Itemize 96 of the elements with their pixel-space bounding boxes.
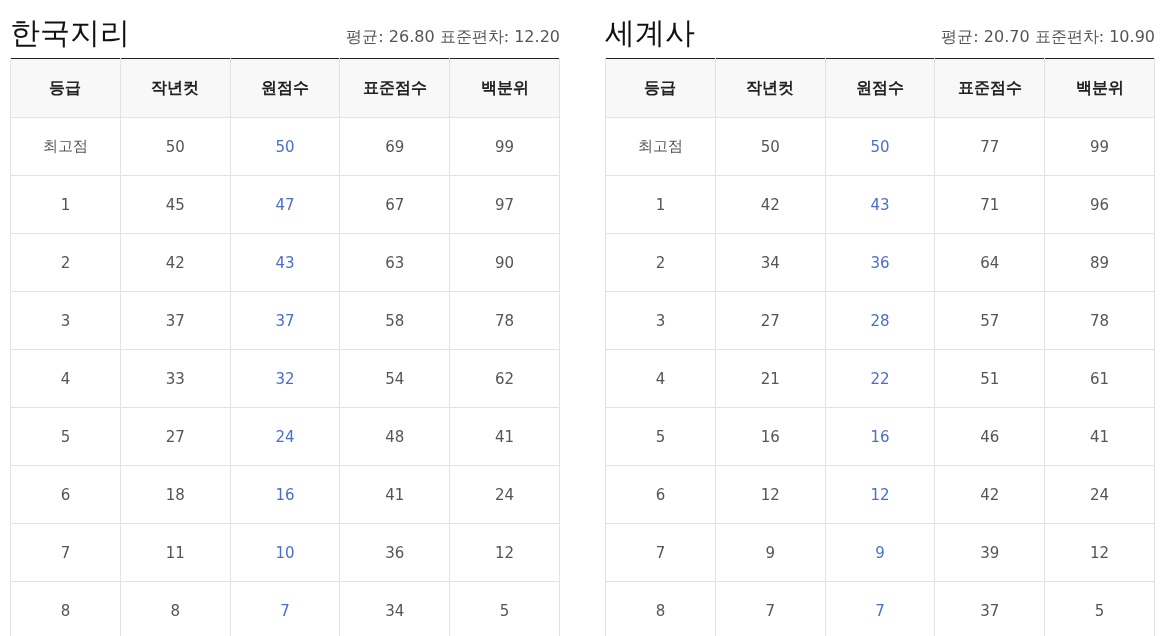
table-cell: 69	[339, 117, 450, 176]
table-cell: 6	[605, 465, 716, 524]
table-cell: 12	[449, 523, 560, 582]
table-cell: 12	[715, 465, 826, 524]
column-header: 등급	[10, 58, 121, 118]
table-cell: 37	[120, 291, 231, 350]
table-cell: 8	[10, 581, 121, 636]
table-cell: 67	[339, 175, 450, 234]
table-cell: 10	[230, 523, 340, 582]
column-header: 표준점수	[934, 58, 1045, 118]
table-cell: 32	[230, 349, 340, 408]
table-cell: 7	[10, 523, 121, 582]
table-cell: 41	[339, 465, 450, 524]
table-cell: 37	[230, 291, 340, 350]
table-cell: 41	[1044, 407, 1155, 466]
table-cell: 34	[715, 233, 826, 292]
table-cell: 4	[605, 349, 716, 408]
table-cell: 58	[339, 291, 450, 350]
column-header: 작년컷	[120, 58, 231, 118]
table-cell: 64	[934, 233, 1045, 292]
table-cell: 12	[1044, 523, 1155, 582]
table-cell: 16	[825, 407, 935, 466]
table-cell: 6	[10, 465, 121, 524]
table-cell: 24	[230, 407, 340, 466]
table-cell: 54	[339, 349, 450, 408]
column-header: 원점수	[230, 58, 340, 118]
table-cell: 3	[605, 291, 716, 350]
table-cell: 42	[715, 175, 826, 234]
table-cell: 50	[825, 117, 935, 176]
table-cell: 2	[605, 233, 716, 292]
table-cell: 33	[120, 349, 231, 408]
table-cell: 1	[605, 175, 716, 234]
table-cell: 16	[230, 465, 340, 524]
table-cell: 24	[1044, 465, 1155, 524]
table-cell: 42	[934, 465, 1045, 524]
table-cell: 90	[449, 233, 560, 292]
table-cell: 22	[825, 349, 935, 408]
table-cell: 1	[10, 175, 121, 234]
table-cell: 63	[339, 233, 450, 292]
table-cell: 5	[605, 407, 716, 466]
table-cell: 최고점	[10, 117, 121, 176]
table-cell: 43	[825, 175, 935, 234]
table-cell: 21	[715, 349, 826, 408]
table-cell: 16	[715, 407, 826, 466]
table-cell: 28	[825, 291, 935, 350]
table-cell: 9	[715, 523, 826, 582]
table-cell: 57	[934, 291, 1045, 350]
table-cell: 최고점	[605, 117, 716, 176]
table-cell: 18	[120, 465, 231, 524]
stats-text: 평균: 26.80 표준편차: 12.20	[346, 27, 560, 48]
table-cell: 78	[449, 291, 560, 350]
table-cell: 27	[715, 291, 826, 350]
column-header: 원점수	[825, 58, 935, 118]
table-cell: 99	[1044, 117, 1155, 176]
table-cell: 5	[10, 407, 121, 466]
table-cell: 45	[120, 175, 231, 234]
column-header: 표준점수	[339, 58, 450, 118]
table-cell: 7	[605, 523, 716, 582]
table-cell: 4	[10, 349, 121, 408]
table-cell: 77	[934, 117, 1045, 176]
column-header: 등급	[605, 58, 716, 118]
table-cell: 78	[1044, 291, 1155, 350]
table-cell: 2	[10, 233, 121, 292]
table-cell: 99	[449, 117, 560, 176]
table-cell: 41	[449, 407, 560, 466]
table-cell: 27	[120, 407, 231, 466]
table-cell: 12	[825, 465, 935, 524]
stats-text: 평균: 20.70 표준편차: 10.90	[941, 27, 1155, 48]
column-header: 백분위	[1044, 58, 1155, 118]
table-cell: 24	[449, 465, 560, 524]
table-cell: 50	[120, 117, 231, 176]
table-cell: 62	[449, 349, 560, 408]
column-header: 백분위	[449, 58, 560, 118]
table-cell: 3	[10, 291, 121, 350]
table-cell: 36	[825, 233, 935, 292]
table-cell: 8	[605, 581, 716, 636]
table-cell: 9	[825, 523, 935, 582]
table-cell: 42	[120, 233, 231, 292]
table-cell: 39	[934, 523, 1045, 582]
table-cell: 89	[1044, 233, 1155, 292]
table-cell: 71	[934, 175, 1045, 234]
table-cell: 96	[1044, 175, 1155, 234]
table-cell: 61	[1044, 349, 1155, 408]
column-header: 작년컷	[715, 58, 826, 118]
table-cell: 43	[230, 233, 340, 292]
table-cell: 51	[934, 349, 1045, 408]
table-title: 한국지리	[10, 18, 130, 48]
table-cell: 97	[449, 175, 560, 234]
table-cell: 47	[230, 175, 340, 234]
table-title: 세계사	[605, 18, 695, 48]
table-cell: 46	[934, 407, 1045, 466]
table-cell: 50	[715, 117, 826, 176]
table-cell: 48	[339, 407, 450, 466]
table-cell: 50	[230, 117, 340, 176]
table-cell: 11	[120, 523, 231, 582]
table-cell: 36	[339, 523, 450, 582]
